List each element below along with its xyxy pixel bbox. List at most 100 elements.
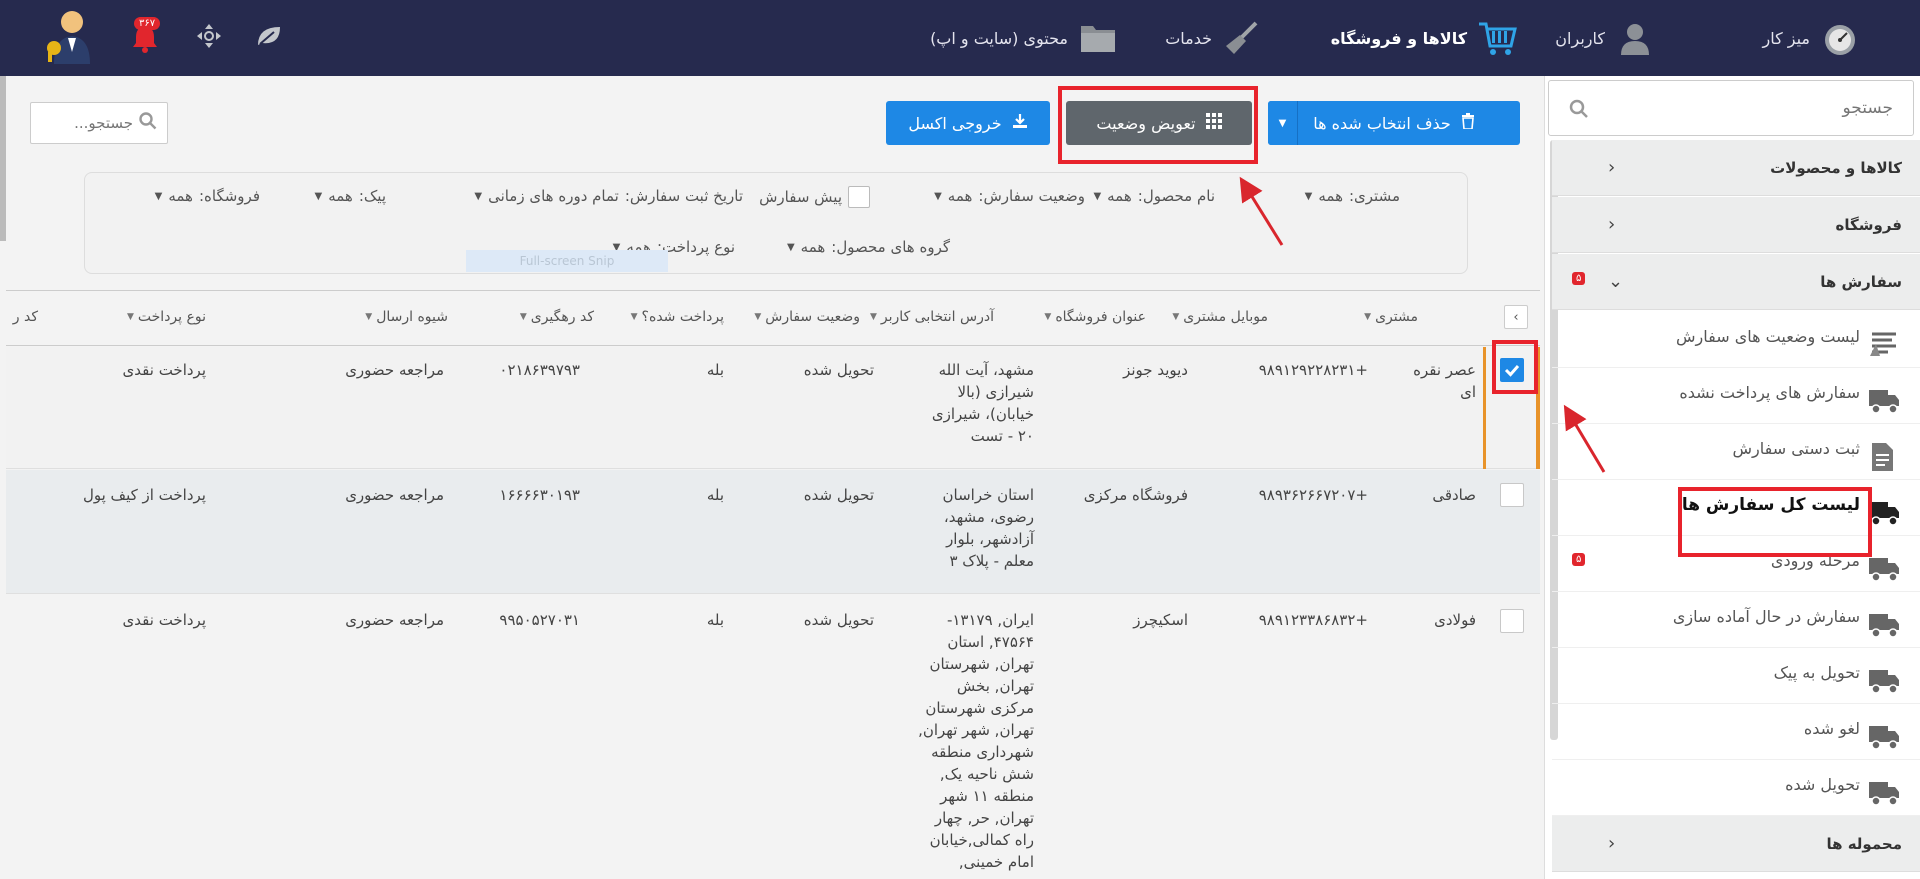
th-paid[interactable]: پرداخت شده؟ ▼: [631, 309, 724, 325]
folder-icon: [1078, 18, 1118, 58]
th-mobile[interactable]: موبایل مشتری ▼: [1172, 309, 1268, 325]
excel-export-label: خروجی اکسل: [908, 113, 1002, 133]
sidebar-sub-all-orders[interactable]: لیست کل سفارش ها: [1552, 480, 1920, 536]
sidebar-sub-label: مرحله ورودی: [1770, 551, 1860, 570]
table-row[interactable]: فولادی +۹۸۹۱۲۳۳۸۶۸۳۲ اسکیچرز ایران, ۱۳۱۷…: [6, 595, 1540, 879]
nav-services-label: خدمات: [1165, 28, 1212, 48]
table-row[interactable]: صادقی +۹۸۹۳۶۲۶۶۷۲۰۷ فروشگاه مرکزی استان …: [6, 470, 1540, 594]
chevron-down-icon: ▼: [154, 190, 163, 202]
excel-export-button[interactable]: خروجی اکسل: [886, 101, 1050, 145]
nav-content[interactable]: محتوی (سایت و اپ): [930, 20, 1118, 56]
list-icon: [1868, 330, 1900, 360]
speedometer-icon: [1820, 18, 1860, 58]
th-label: نوع پرداخت: [137, 309, 206, 325]
filter-order-status[interactable]: وضعیت سفارش: همه ▼: [934, 187, 1085, 205]
filter-order-date[interactable]: تاریخ ثبت سفارش: تمام دوره های زمانی ▼: [474, 187, 743, 205]
cell-shipping: مراجعه حضوری: [345, 611, 444, 629]
th-label: موبایل مشتری: [1183, 309, 1268, 325]
filter-product-groups[interactable]: گروه های محصول: همه ▼: [787, 238, 950, 256]
snip-overlay: Full-screen Snip: [466, 250, 668, 272]
sidebar-sub-delivered[interactable]: تحویل شده: [1552, 760, 1920, 816]
nav-users-label: کاربران: [1555, 28, 1605, 48]
sidebar-sub-label: لغو شده: [1803, 719, 1860, 738]
filter-customer[interactable]: مشتری: همه ▼: [1305, 187, 1400, 205]
page-scrollbar[interactable]: [0, 76, 6, 241]
filter-pre-order[interactable]: پیش سفارش: [759, 186, 870, 208]
th-address[interactable]: آدرس انتخابی کاربر ▼: [870, 309, 994, 325]
pre-order-checkbox[interactable]: [848, 186, 870, 208]
cell-mobile: +۹۸۹۱۲۹۲۲۸۲۳۱: [1258, 361, 1368, 379]
user-avatar-icon[interactable]: [44, 8, 94, 68]
nav-dashboard[interactable]: میز کار: [1762, 20, 1860, 56]
sidebar-item-products[interactable]: کالاها و محصولات ‹: [1552, 140, 1920, 196]
th-label: عنوان فروشگاه: [1055, 309, 1146, 325]
sidebar-sub-label: تحویل شده: [1785, 775, 1860, 794]
filter-customer-value: همه: [1318, 187, 1343, 205]
sidebar-item-shipments[interactable]: محموله ها ‹: [1552, 816, 1920, 872]
cell-customer: عصر نقره ای: [1413, 361, 1476, 401]
filter-product-label: نام محصول:: [1137, 187, 1215, 205]
row-checkbox[interactable]: [1500, 609, 1524, 633]
document-icon: [1868, 442, 1900, 472]
filter-courier[interactable]: پیک: همه ▼: [314, 187, 386, 205]
th-store-title[interactable]: عنوان فروشگاه ▼: [1044, 309, 1146, 325]
chevron-down-icon: ▼: [1304, 190, 1313, 202]
th-shipping[interactable]: شیوه ارسال ▼: [365, 309, 448, 325]
filter-order-status-label: وضعیت سفارش:: [978, 187, 1085, 205]
filter-order-date-label: تاریخ ثبت سفارش:: [624, 187, 743, 205]
delete-dropdown-toggle[interactable]: ▼: [1268, 101, 1298, 145]
filter-product-name[interactable]: نام محصول: همه ▼: [1093, 187, 1215, 205]
chevron-left-icon: ‹: [1608, 214, 1616, 235]
caret-down-icon: ▼: [1278, 117, 1287, 129]
filter-product-groups-value: همه: [800, 238, 826, 256]
sidebar-sub-courier-delivery[interactable]: تحویل به پیک: [1552, 648, 1920, 704]
sidebar-sub-order-statuses[interactable]: لیست وضعیت های سفارش: [1552, 312, 1920, 368]
sidebar-item-orders[interactable]: سفارش ها ⌄ ۵: [1552, 254, 1920, 310]
sort-icon: ▼: [126, 312, 134, 322]
filter-store[interactable]: فروشگاه: همه ▼: [155, 187, 260, 205]
table-search-input[interactable]: [43, 114, 133, 132]
nav-store[interactable]: کالاها و فروشگاه: [1331, 20, 1517, 56]
th-label: وضعیت سفارش: [765, 309, 860, 325]
change-status-button[interactable]: تعویض وضعیت: [1066, 101, 1252, 145]
th-tracking[interactable]: کد رهگیری ▼: [520, 309, 594, 325]
th-label: مشتری: [1375, 309, 1418, 325]
cell-address: استان خراسان رضوی، مشهد، آزادشهر، بلوار …: [942, 486, 1035, 570]
table-search[interactable]: [30, 102, 168, 144]
pre-order-label: پیش سفارش: [759, 188, 842, 206]
cell-customer: فولادی: [1434, 611, 1476, 629]
sidebar-sub-label: سفارش در حال آماده سازی: [1672, 607, 1860, 626]
cell-store: اسکیچرز: [1133, 611, 1188, 629]
row-checkbox[interactable]: [1500, 358, 1524, 382]
th-order-status[interactable]: وضعیت سفارش ▼: [754, 309, 860, 325]
move-arrows-icon[interactable]: [196, 23, 222, 53]
top-navbar: میز کار کاربران کالاها و فروشگاه خدمات م…: [0, 0, 1920, 76]
sidebar-sub-entry-stage[interactable]: مرحله ورودی ۵: [1552, 536, 1920, 592]
th-label: آدرس انتخابی کاربر: [880, 309, 994, 325]
sidebar-sub-cancelled[interactable]: لغو شده: [1552, 704, 1920, 760]
sidebar-search-input[interactable]: [1549, 81, 1913, 135]
search-icon: [1569, 99, 1589, 123]
th-code-truncated[interactable]: کد ر: [13, 309, 38, 325]
th-customer[interactable]: مشتری ▼: [1364, 309, 1418, 325]
row-checkbox[interactable]: [1500, 483, 1524, 507]
sidebar-sub-label: لیست کل سفارش ها: [1681, 495, 1860, 515]
bell-icon[interactable]: ۳۶۷: [128, 17, 162, 55]
leaf-icon[interactable]: [256, 25, 282, 51]
sidebar-search[interactable]: [1548, 80, 1914, 136]
download-icon: [1012, 113, 1028, 133]
sidebar-item-shop[interactable]: فروشگاه ‹: [1552, 197, 1920, 253]
nav-services[interactable]: خدمات: [1165, 20, 1262, 56]
nav-users[interactable]: کاربران: [1555, 20, 1655, 56]
sidebar-sub-unpaid-orders[interactable]: سفارش های پرداخت نشده: [1552, 368, 1920, 424]
sidebar-sub-manual-order[interactable]: ثبت دستی سفارش: [1552, 424, 1920, 480]
chevron-left-icon[interactable]: ‹: [1504, 305, 1528, 329]
sidebar-sub-preparing[interactable]: سفارش در حال آماده سازی: [1552, 592, 1920, 648]
chevron-down-icon: ▼: [474, 190, 483, 202]
table-row[interactable]: عصر نقره ای +۹۸۹۱۲۹۲۲۸۲۳۱ دیوید جونز مشه…: [6, 347, 1540, 469]
delete-selected-button[interactable]: حذف انتخاب شده ها: [1268, 101, 1520, 145]
sidebar-sub-label: تحویل به پیک: [1773, 663, 1860, 682]
cell-mobile: +۹۸۹۱۲۳۳۸۶۸۳۲: [1258, 611, 1368, 629]
th-payment-type[interactable]: نوع پرداخت ▼: [127, 309, 206, 325]
cell-status: تحویل شده: [803, 486, 874, 504]
